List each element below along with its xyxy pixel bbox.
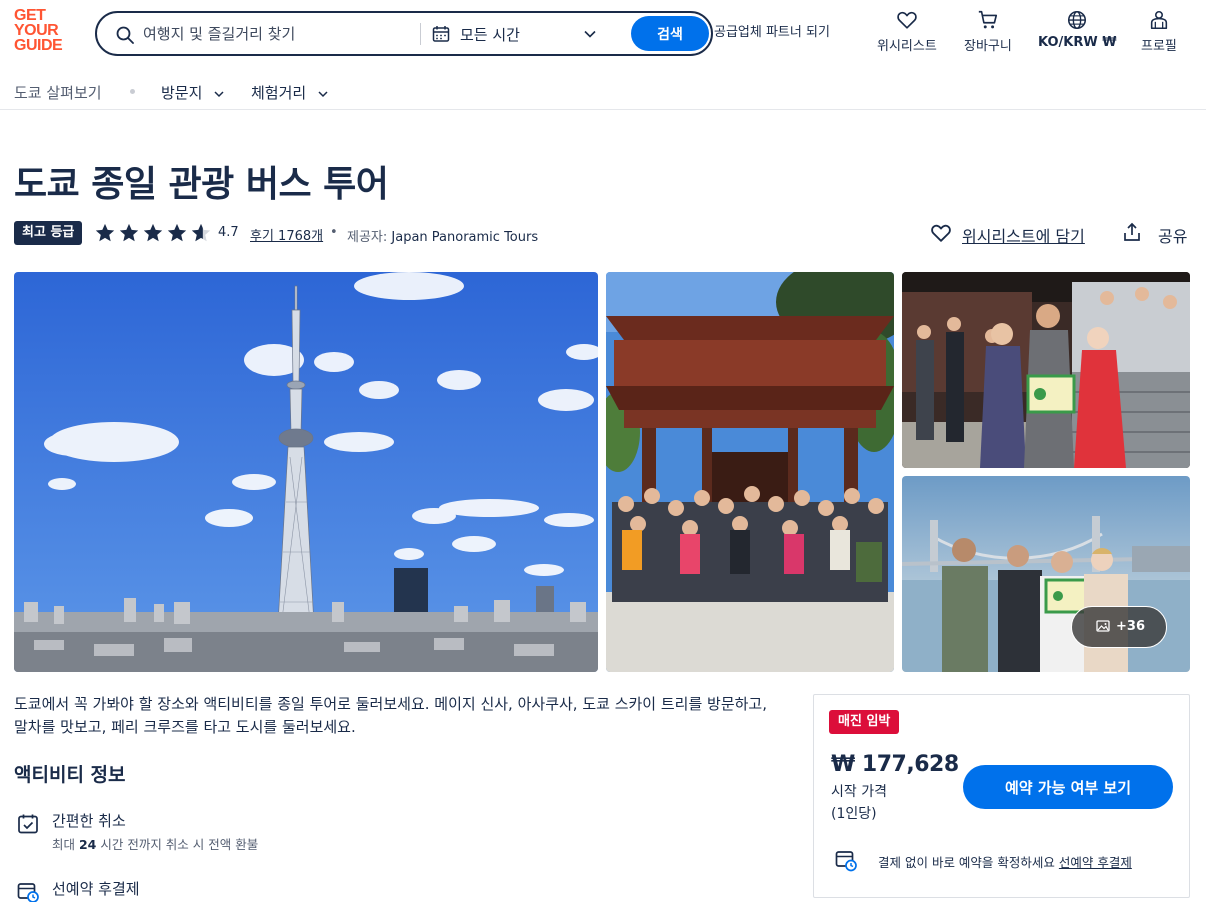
activity-info-title: 액티비티 정보 [14, 764, 126, 786]
search-icon [116, 26, 134, 44]
star-icon [95, 223, 115, 242]
image-icon [1096, 620, 1110, 632]
nav-cart[interactable]: 장바구니 [964, 9, 1012, 54]
logo-line-1: GET [14, 7, 46, 24]
logo-line-2: YOUR [14, 22, 59, 39]
top-rated-badge: 최고 등급 [14, 221, 83, 245]
separator-dot: • [330, 225, 338, 240]
info-reserve-now-pay-later-title: 선예약 후결제 [52, 880, 140, 898]
provider-name[interactable]: Japan Panoramic Tours [391, 230, 538, 245]
chevron-down-icon [318, 90, 328, 97]
half-star-icon [191, 223, 211, 242]
info-free-cancellation: 간편한 취소 최대 24 시간 전까지 취소 시 전액 환불 [14, 810, 714, 854]
heart-icon [931, 224, 951, 242]
nav-profile-label: 프로필 [1141, 39, 1177, 54]
more-photos-count: +36 [1116, 619, 1145, 634]
date-picker[interactable]: 모든 시간 [460, 24, 520, 45]
star-rating [94, 222, 214, 244]
star-icon [143, 223, 163, 242]
info-free-cancellation-hours: 24 [78, 837, 97, 852]
info-free-cancellation-detail: 최대 24 시간 전까지 취소 시 전액 환불 [52, 834, 258, 853]
star-icon [167, 223, 187, 242]
check-availability-button[interactable]: 예약 가능 여부 보기 [963, 765, 1173, 809]
reserve-now-row: 결제 없이 바로 예약을 확정하세요 선예약 후결제 [834, 848, 1184, 872]
supplier-partner-link[interactable]: 공급업체 파트너 되기 [714, 21, 830, 40]
nav-currency[interactable]: KO/KRW ₩ [1038, 9, 1117, 50]
search-input[interactable] [143, 21, 413, 47]
nav-currency-label: KO/KRW ₩ [1038, 35, 1117, 50]
likely-to-sell-out-badge: 매진 임박 [829, 710, 900, 734]
top-header: GET YOUR GUIDE 모든 시간 검색 공급업체 파트너 되기 위시리스… [0, 0, 1206, 66]
reserve-now-description: 결제 없이 바로 예약을 확정하세요 [878, 855, 1059, 870]
page-title: 도쿄 종일 관광 버스 투어 [14, 164, 389, 205]
subnav-explore-tokyo[interactable]: 도쿄 살펴보기 [14, 82, 102, 103]
info-reserve-now-pay-later: 선예약 후결제 [14, 878, 714, 902]
chevron-down-icon[interactable] [583, 27, 597, 41]
subnav-activities-label: 체험거리 [251, 84, 307, 102]
globe-icon [1068, 10, 1087, 30]
star-icon [119, 223, 139, 242]
reserve-now-link[interactable]: 선예약 후결제 [1059, 855, 1132, 870]
subnav-activities[interactable]: 체험거리 [251, 82, 329, 103]
info-free-cancellation-suffix: 시간 전까지 취소 시 전액 환불 [96, 837, 259, 852]
info-free-cancellation-prefix: 최대 [52, 837, 79, 852]
reviews-link[interactable]: 후기 1768개 [250, 225, 323, 244]
rating-row: 최고 등급 4.7 후기 1768개 • 제공자: Japan Panorami… [14, 221, 1194, 247]
sub-navigation: 도쿄 살펴보기 방문지 체험거리 [0, 72, 1206, 110]
profile-icon [1150, 10, 1168, 30]
provider-label: 제공자: [347, 230, 388, 245]
calendar-clock-icon [17, 883, 39, 902]
subnav-places-label: 방문지 [161, 84, 203, 102]
reserve-now-text: 결제 없이 바로 예약을 확정하세요 선예약 후결제 [878, 852, 1132, 871]
chevron-down-icon [214, 90, 224, 97]
rating-value: 4.7 [218, 225, 239, 240]
provider-info: 제공자: Japan Panoramic Tours [347, 226, 538, 245]
booking-card: 매진 임박 ₩ 177,628 시작 가격 (1인당) 예약 가능 여부 보기 … [813, 694, 1190, 898]
nav-wishlist[interactable]: 위시리스트 [877, 9, 937, 54]
nav-wishlist-label: 위시리스트 [877, 39, 937, 54]
search-divider [420, 23, 421, 45]
more-photos-button[interactable]: +36 [1071, 606, 1167, 648]
calendar-icon [432, 26, 450, 42]
getyourguide-logo[interactable]: GET YOUR GUIDE [14, 8, 74, 58]
gallery-main-photo-skytree[interactable] [14, 272, 598, 672]
cart-icon [978, 10, 997, 29]
subnav-places[interactable]: 방문지 [161, 82, 225, 103]
subnav-separator [130, 89, 135, 94]
search-bar: 모든 시간 검색 [95, 11, 713, 56]
gallery-photo-kimono-group[interactable] [902, 272, 1190, 468]
logo-line-3: GUIDE [14, 37, 63, 54]
info-free-cancellation-title: 간편한 취소 [52, 812, 126, 830]
share-label: 공유 [1158, 227, 1188, 246]
price: ₩ 177,628 [831, 752, 959, 777]
nav-cart-label: 장바구니 [964, 39, 1012, 54]
price-per-person: (1인당) [831, 806, 877, 822]
product-description: 도쿄에서 꼭 가봐야 할 장소와 액티비티를 종일 투어로 둘러보세요. 메이지… [14, 695, 767, 736]
heart-icon [897, 11, 917, 29]
add-to-wishlist-label: 위시리스트에 담기 [962, 227, 1085, 246]
nav-profile[interactable]: 프로필 [1141, 9, 1177, 54]
calendar-clock-icon [835, 851, 857, 872]
share-icon [1124, 222, 1140, 241]
price-from-label: 시작 가격 [831, 784, 887, 800]
gallery-photo-meiji-shrine-group[interactable] [606, 272, 894, 672]
search-button[interactable]: 검색 [631, 16, 709, 51]
calendar-check-icon [18, 814, 38, 834]
